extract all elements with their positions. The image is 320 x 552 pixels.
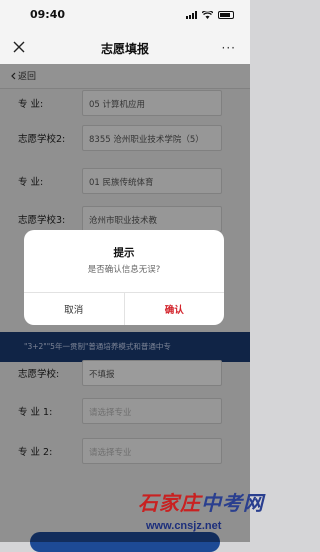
status-icons: [186, 11, 234, 19]
page-title: 志愿填报: [100, 42, 149, 56]
confirm-dialog: 提示 是否确认信息无误? 取消 确认: [24, 230, 224, 325]
nav-bar: 志愿填报 ···: [0, 32, 250, 64]
cancel-button[interactable]: 取消: [24, 293, 125, 325]
more-menu-icon[interactable]: ···: [222, 41, 236, 55]
dialog-buttons: 取消 确认: [24, 292, 224, 325]
dialog-message: 是否确认信息无误?: [87, 265, 161, 275]
watermark-url: www.cnsjz.net: [146, 520, 222, 532]
wifi-icon: [202, 11, 213, 19]
signal-icon: [186, 11, 197, 19]
status-bar: 09:40: [0, 0, 250, 32]
dialog-title: 提示: [113, 247, 135, 259]
watermark-blue-text: 中考网: [201, 491, 264, 515]
site-watermark: 石家庄中考网 www.cnsjz.net: [136, 485, 263, 542]
watermark-logo: 石家庄中考网: [138, 487, 264, 516]
watermark-red-text: 石家庄: [138, 491, 201, 515]
battery-icon: [218, 11, 234, 19]
confirm-button[interactable]: 确认: [125, 293, 225, 325]
status-time: 09:40: [30, 8, 66, 21]
